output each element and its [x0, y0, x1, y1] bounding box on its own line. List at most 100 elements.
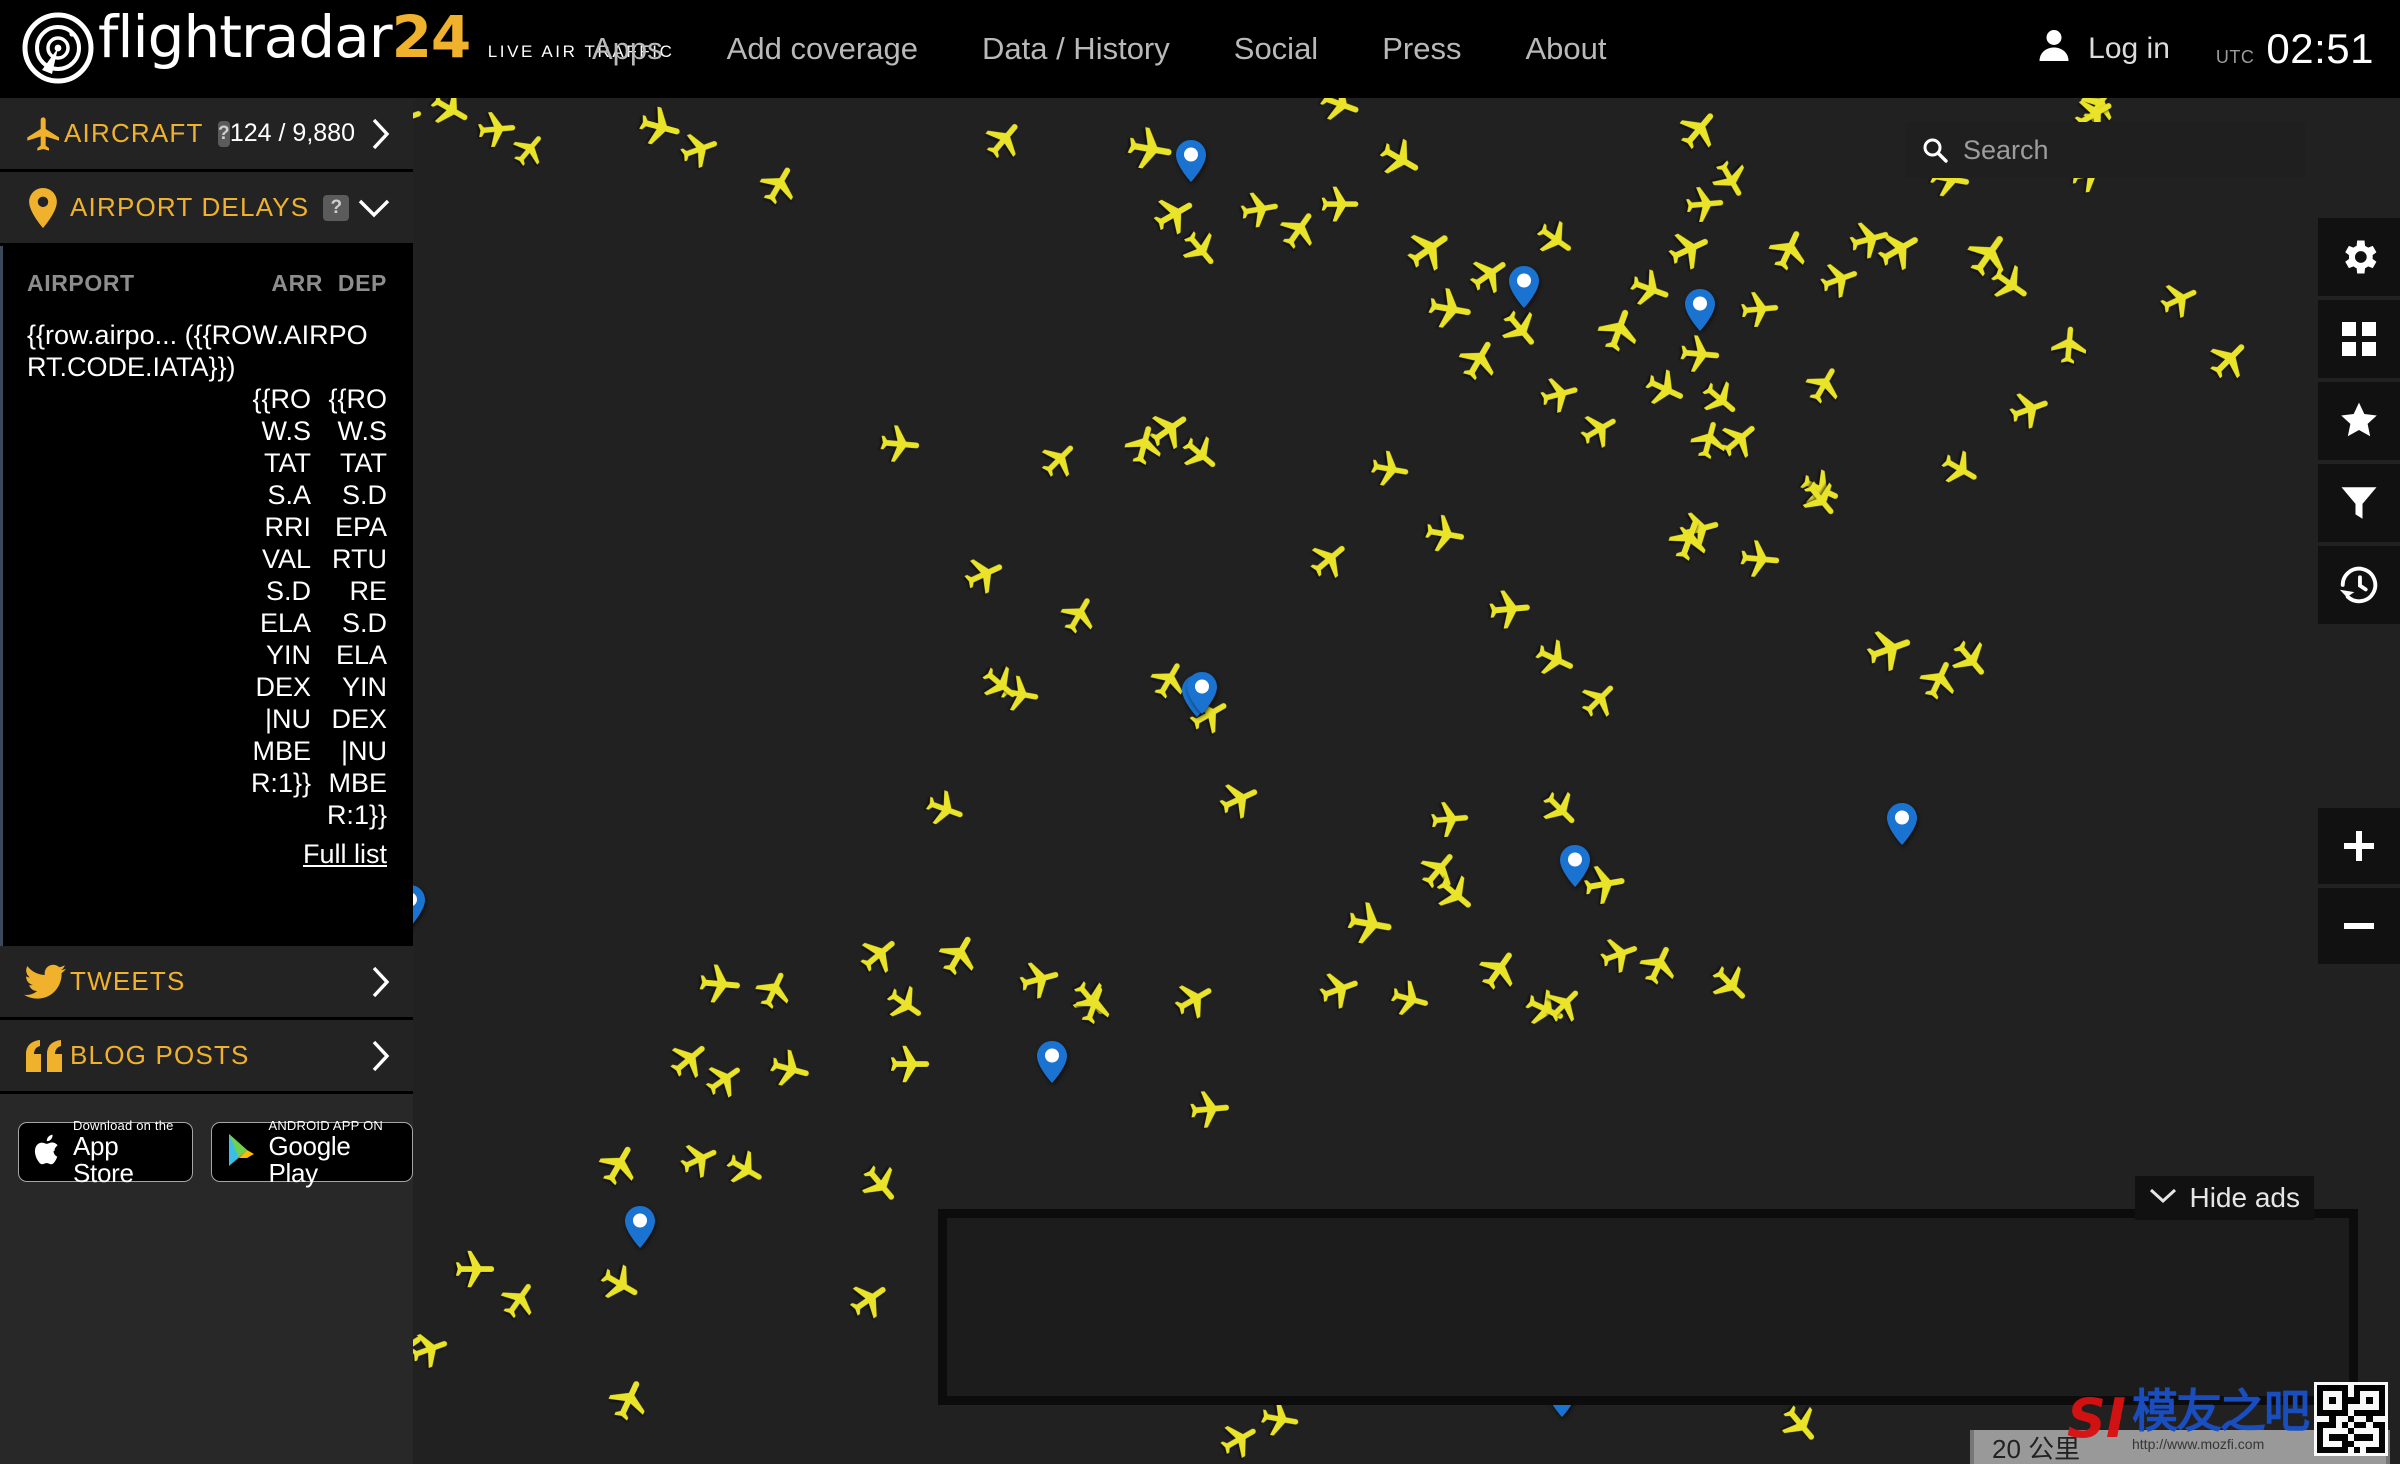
aircraft-marker[interactable]	[2046, 321, 2094, 369]
aircraft-marker[interactable]	[2151, 271, 2209, 329]
aircraft-marker[interactable]	[694, 959, 746, 1011]
aircraft-marker[interactable]	[2001, 381, 2060, 440]
table-row[interactable]: {{row.airpo... ({{ROW.AIRPORT.CODE.IATA}…	[27, 319, 387, 831]
watermark-latin: SI	[2067, 1387, 2126, 1450]
aircraft-marker[interactable]	[1012, 952, 1068, 1008]
aircraft-marker[interactable]	[1365, 445, 1416, 496]
aircraft-marker[interactable]	[1383, 973, 1437, 1027]
aircraft-marker[interactable]	[927, 922, 993, 988]
aircraft-marker[interactable]	[749, 154, 812, 217]
header-right: Log in UTC 02:51	[2038, 0, 2374, 98]
search-box[interactable]	[1905, 122, 2317, 178]
aircraft-marker[interactable]	[1298, 528, 1363, 593]
aircraft-marker[interactable]	[874, 974, 935, 1035]
search-input[interactable]	[1963, 134, 2317, 166]
aircraft-marker[interactable]	[1533, 368, 1587, 422]
airport-marker[interactable]	[1037, 1041, 1067, 1083]
aircraft-marker[interactable]	[762, 1042, 818, 1098]
aircraft-marker[interactable]	[1050, 585, 1110, 645]
aircraft-marker[interactable]	[1735, 535, 1785, 585]
aircraft-marker[interactable]	[1681, 181, 1729, 229]
aircraft-marker[interactable]	[973, 108, 1038, 173]
sidebar-item-blog-posts[interactable]: BLOG POSTS	[0, 1020, 413, 1094]
airport-marker[interactable]	[1176, 140, 1206, 182]
nav-about[interactable]: About	[1493, 0, 1638, 98]
aircraft-marker[interactable]	[1209, 769, 1270, 830]
aircraft-marker[interactable]	[838, 1268, 902, 1332]
hide-ads-button[interactable]: Hide ads	[2135, 1176, 2314, 1220]
nav-press[interactable]: Press	[1350, 0, 1493, 98]
airport-marker[interactable]	[1509, 266, 1539, 308]
aircraft-marker[interactable]	[1736, 286, 1784, 334]
login-button[interactable]: Log in	[2038, 28, 2216, 70]
aircraft-marker[interactable]	[1311, 961, 1370, 1020]
aircraft-marker[interactable]	[715, 1140, 775, 1200]
nav-social[interactable]: Social	[1202, 0, 1350, 98]
aircraft-marker[interactable]	[1795, 355, 1855, 415]
sidebar-item-aircraft[interactable]: AIRCRAFT ? 124 / 9,880	[0, 98, 413, 172]
aircraft-marker[interactable]	[887, 1042, 933, 1088]
arr-cell: {{ROW.STATS.ARRIVALS.DELAYINDEX|NUMBER:1…	[250, 384, 311, 798]
watermark-overlay: SI 模友之吧 http://www.mozfi.com	[2067, 1382, 2388, 1456]
aircraft-marker[interactable]	[1524, 209, 1585, 270]
help-icon[interactable]: ?	[217, 120, 230, 147]
aircraft-marker[interactable]	[1426, 796, 1474, 844]
airport-marker[interactable]	[625, 1206, 655, 1248]
aircraft-marker[interactable]	[1857, 617, 1924, 684]
airport-marker[interactable]	[1887, 803, 1917, 845]
aircraft-marker[interactable]	[1418, 508, 1471, 561]
apps-grid-button[interactable]	[2318, 300, 2400, 378]
aircraft-marker[interactable]	[848, 1153, 913, 1218]
aircraft-marker[interactable]	[1164, 969, 1227, 1032]
aircraft-marker[interactable]	[1367, 127, 1433, 193]
playback-button[interactable]	[2318, 546, 2400, 624]
brand-accent: 24	[391, 3, 472, 71]
aircraft-marker[interactable]	[489, 1269, 550, 1330]
filter-button[interactable]	[2318, 464, 2400, 542]
aircraft-marker[interactable]	[1484, 584, 1536, 636]
utc-clock: UTC 02:51	[2216, 25, 2374, 73]
nav-add-coverage[interactable]: Add coverage	[695, 0, 950, 98]
settings-button[interactable]	[2318, 218, 2400, 296]
favorites-button[interactable]	[2318, 382, 2400, 460]
aircraft-marker[interactable]	[587, 1132, 653, 1198]
google-play-badge[interactable]: ANDROID APP ON Google Play	[211, 1118, 413, 1186]
aircraft-marker[interactable]	[2196, 326, 2264, 394]
airport-marker[interactable]	[1187, 672, 1217, 714]
aircraft-marker[interactable]	[598, 1368, 662, 1432]
help-icon[interactable]: ?	[323, 194, 350, 221]
aircraft-marker[interactable]	[1569, 669, 1631, 731]
aircraft-marker[interactable]	[954, 544, 1015, 605]
left-sidebar: AIRCRAFT ? 124 / 9,880 AIRPORT DELAYS ? …	[0, 98, 413, 1464]
aircraft-marker[interactable]	[1340, 895, 1400, 955]
aircraft-marker[interactable]	[589, 1254, 652, 1317]
aircraft-marker[interactable]	[1029, 429, 1091, 491]
aircraft-marker[interactable]	[1467, 937, 1534, 1004]
zoom-in-button[interactable]	[2318, 808, 2400, 884]
google-play-icon	[226, 1132, 258, 1173]
app-store-badge[interactable]: Download on the App Store	[18, 1118, 194, 1186]
zoom-out-button[interactable]	[2318, 888, 2400, 964]
aircraft-marker[interactable]	[1529, 779, 1591, 841]
aircraft-marker[interactable]	[1120, 120, 1180, 180]
aircraft-marker[interactable]	[746, 961, 804, 1019]
aircraft-marker[interactable]	[1185, 1085, 1235, 1135]
aircraft-marker[interactable]	[1758, 218, 1822, 282]
aircraft-marker[interactable]	[452, 1247, 498, 1293]
full-list-link[interactable]: Full list	[27, 839, 387, 870]
aircraft-marker[interactable]	[875, 420, 925, 470]
sidebar-item-tweets[interactable]: TWEETS	[0, 946, 413, 1020]
aircraft-marker[interactable]	[1930, 440, 1990, 500]
aircraft-marker[interactable]	[1318, 183, 1362, 227]
nav-apps[interactable]: Apps	[560, 0, 695, 98]
sidebar-item-airport-delays[interactable]: AIRPORT DELAYS ?	[0, 172, 413, 246]
nav-data-history[interactable]: Data / History	[950, 0, 1202, 98]
aircraft-marker[interactable]	[1394, 214, 1466, 286]
aircraft-marker[interactable]	[1524, 629, 1585, 690]
aircraft-marker[interactable]	[1235, 185, 1286, 236]
aircraft-marker[interactable]	[917, 782, 973, 838]
aircraft-marker[interactable]	[1697, 952, 1762, 1017]
airport-marker[interactable]	[1560, 845, 1590, 887]
aircraft-marker[interactable]	[1666, 96, 1734, 164]
airport-marker[interactable]	[1685, 289, 1715, 331]
